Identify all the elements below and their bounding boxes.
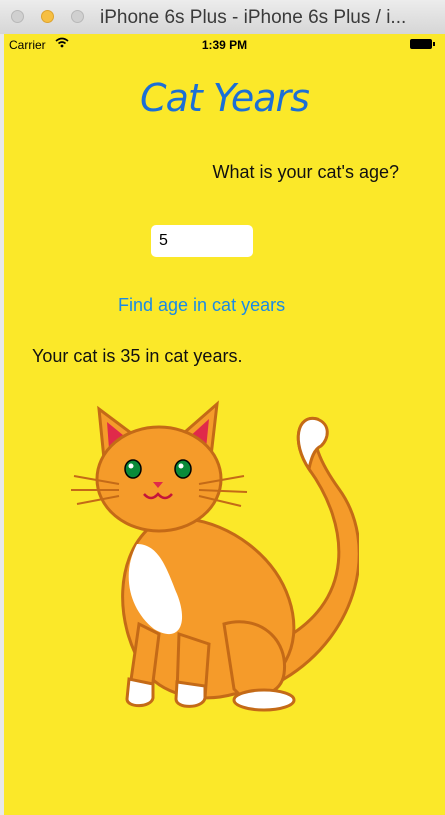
simulator-window: iPhone 6s Plus - iPhone 6s Plus / i... C…: [0, 0, 445, 815]
cat-illustration: [71, 400, 359, 712]
device-screen: Carrier 1:39 PM Cat Years What is your c…: [4, 34, 445, 815]
close-button[interactable]: [11, 10, 24, 23]
app-title: Cat Years: [140, 76, 310, 120]
window-title: iPhone 6s Plus - iPhone 6s Plus / i...: [100, 7, 407, 28]
age-question: What is your cat's age?: [212, 162, 399, 182]
minimize-button[interactable]: [41, 10, 54, 23]
battery-icon: [410, 39, 435, 49]
result-label: Your cat is 35 in cat years.: [32, 346, 243, 366]
status-bar: Carrier 1:39 PM: [4, 34, 445, 54]
zoom-button[interactable]: [71, 10, 84, 23]
status-time: 1:39 PM: [201, 38, 248, 52]
window-titlebar: iPhone 6s Plus - iPhone 6s Plus / i...: [0, 0, 445, 35]
age-input[interactable]: [151, 225, 253, 257]
find-age-button[interactable]: Find age in cat years: [118, 295, 285, 316]
